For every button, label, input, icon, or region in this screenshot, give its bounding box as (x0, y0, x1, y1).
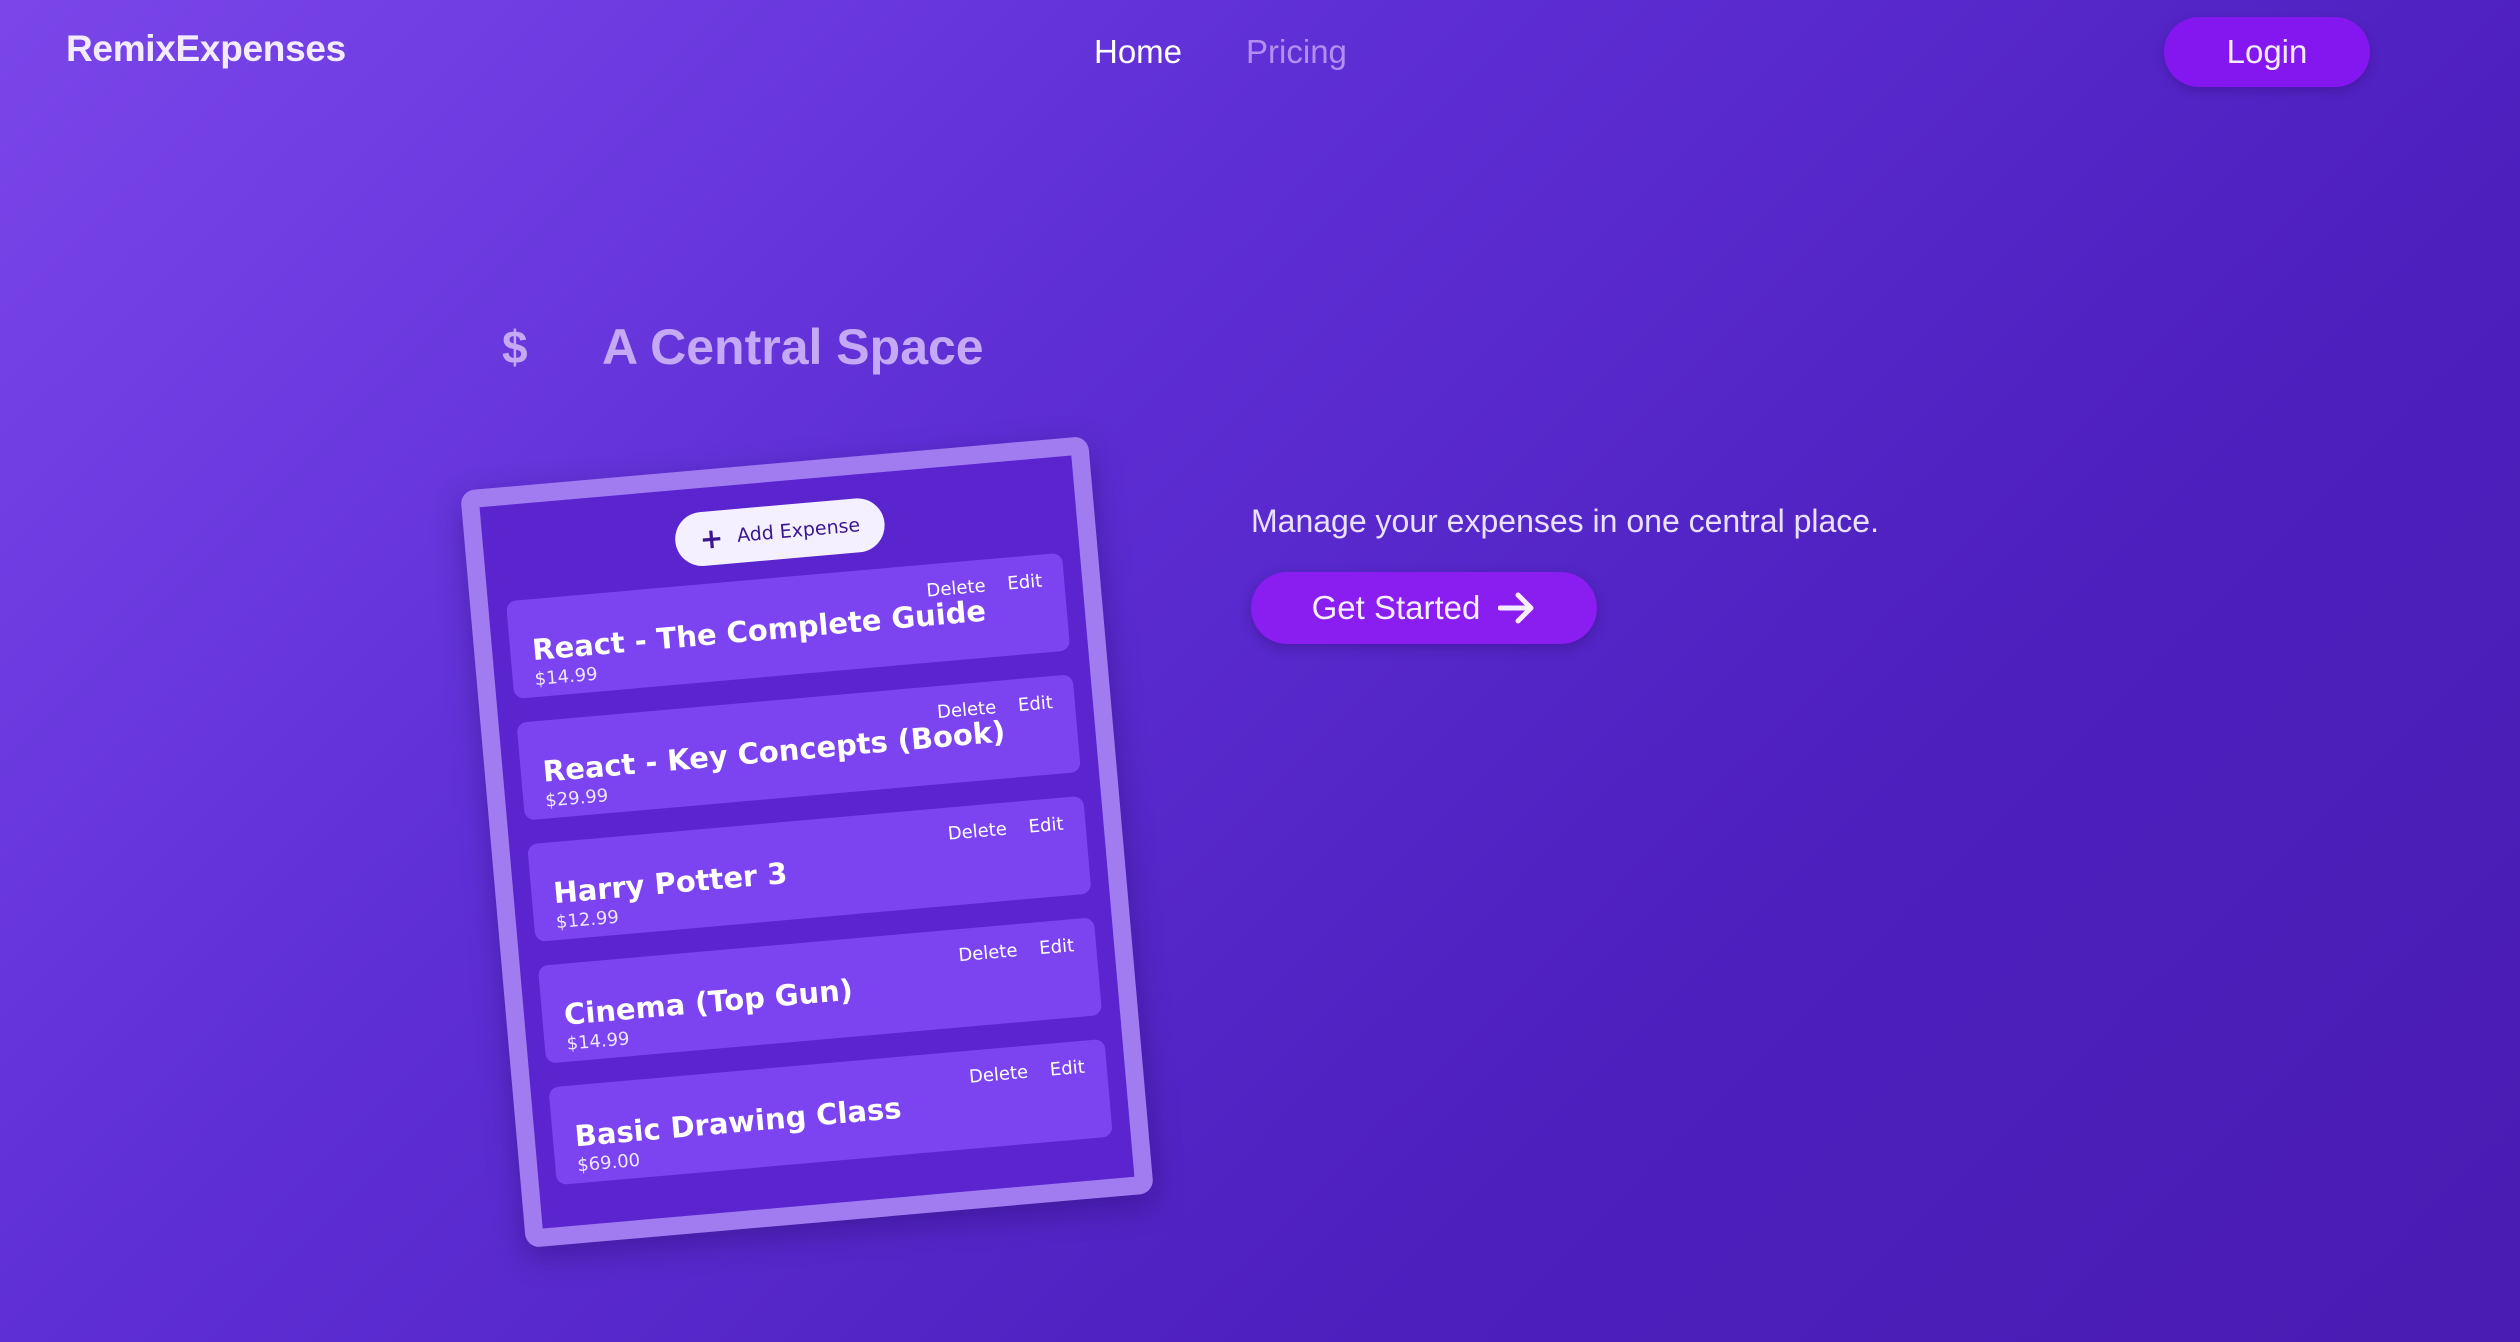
edit-button[interactable]: Edit (1049, 1057, 1086, 1081)
edit-button[interactable]: Edit (1038, 935, 1075, 959)
expense-price: $29.99 (544, 785, 610, 812)
get-started-label: Get Started (1311, 589, 1481, 626)
expense-title: Cinema (Top Gun) (562, 972, 855, 1032)
expenses-preview-card: + Add Expense React - The Complete Guide… (460, 435, 1154, 1249)
add-expense-label: Add Expense (736, 514, 862, 547)
delete-button[interactable]: Delete (968, 1062, 1029, 1088)
dollar-icon: $ (502, 321, 528, 373)
expense-item: React - The Complete Guide $14.99 Delete… (505, 552, 1071, 699)
edit-button[interactable]: Edit (1017, 692, 1054, 716)
expense-item: Harry Potter 3 $12.99 Delete Edit (527, 795, 1092, 943)
edit-button[interactable]: Edit (1007, 571, 1044, 595)
expense-title: React - The Complete Guide (530, 593, 988, 668)
top-nav-bar: RemixExpenses Home Pricing Login (0, 0, 2520, 102)
expense-item: React - Key Concepts (Book) $29.99 Delet… (516, 674, 1081, 821)
plus-icon: + (698, 520, 725, 556)
nav-home-link[interactable]: Home (1094, 33, 1182, 71)
get-started-button[interactable]: Get Started (1251, 572, 1597, 644)
delete-button[interactable]: Delete (958, 940, 1019, 966)
edit-button[interactable]: Edit (1028, 814, 1065, 838)
hero-heading: $ A Central Space (502, 318, 984, 376)
expense-price: $14.99 (565, 1028, 631, 1055)
arrow-right-icon (1498, 591, 1536, 625)
expenses-card-frame: + Add Expense React - The Complete Guide… (460, 435, 1154, 1249)
expense-actions: Delete Edit (968, 1057, 1085, 1088)
login-button[interactable]: Login (2164, 17, 2370, 87)
add-expense-button[interactable]: + Add Expense (672, 496, 887, 569)
main-nav: Home Pricing (1094, 33, 1347, 71)
delete-button[interactable]: Delete (947, 819, 1008, 845)
expense-actions: Delete Edit (947, 814, 1064, 845)
expense-item: Cinema (Top Gun) $14.99 Delete Edit (537, 917, 1103, 1064)
expense-price: $12.99 (555, 906, 620, 934)
page-title: A Central Space (602, 319, 984, 375)
nav-pricing-link[interactable]: Pricing (1246, 33, 1347, 71)
expense-title: Harry Potter 3 (552, 855, 789, 911)
expense-title: Basic Drawing Class (573, 1090, 903, 1154)
expense-item: Basic Drawing Class $69.00 Delete Edit (548, 1038, 1113, 1186)
expense-price: $69.00 (576, 1149, 642, 1177)
expense-price: $14.99 (533, 663, 599, 691)
hero-tagline: Manage your expenses in one central plac… (1251, 503, 1879, 539)
expense-title: React - Key Concepts (Book) (541, 714, 1007, 789)
app-logo[interactable]: RemixExpenses (66, 28, 346, 70)
expense-actions: Delete Edit (958, 935, 1075, 966)
